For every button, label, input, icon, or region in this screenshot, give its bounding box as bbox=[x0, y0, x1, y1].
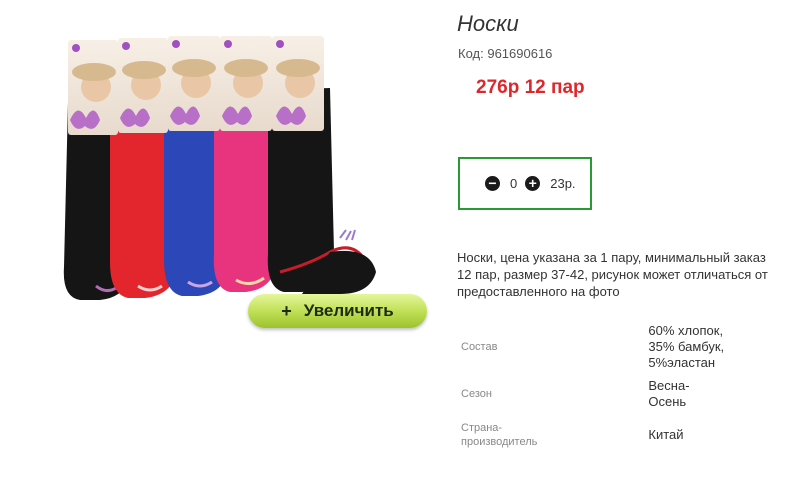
spec-row-composition: Состав 60% хлопок, 35% бамбук, 5%эластан bbox=[457, 321, 757, 373]
spec-label: Сезон bbox=[461, 388, 492, 400]
spec-value: Китай bbox=[648, 427, 684, 442]
quantity-stepper: − 0 + 23р. bbox=[458, 157, 592, 210]
plus-circle-icon[interactable]: + bbox=[525, 176, 541, 191]
specs-table: Состав 60% хлопок, 35% бамбук, 5%эластан… bbox=[457, 321, 757, 449]
product-description: Носки, цена указана за 1 пару, минимальн… bbox=[457, 250, 768, 299]
product-code: Код: 961690616 bbox=[458, 46, 552, 61]
spec-value: Весна-Осень bbox=[648, 373, 757, 415]
plus-icon: + bbox=[281, 300, 292, 321]
product-price: 276р 12 пар bbox=[476, 77, 585, 98]
spec-row-country: Страна-производитель Китай bbox=[457, 415, 757, 449]
spec-value-text: Весна-Осень bbox=[648, 378, 690, 409]
product-code-label: Код: bbox=[458, 46, 484, 61]
quantity-value[interactable]: 0 bbox=[510, 176, 517, 191]
zoom-button-label: Увеличить bbox=[303, 301, 394, 320]
zoom-button[interactable]: + Увеличить bbox=[248, 294, 427, 328]
spec-value: 60% хлопок, 35% бамбук, 5%эластан bbox=[648, 321, 757, 373]
minus-circle-icon[interactable]: − bbox=[485, 176, 500, 191]
product-code-value: 961690616 bbox=[487, 46, 553, 61]
spec-label: Состав bbox=[461, 341, 498, 353]
spec-value-text: 60% хлопок, 35% бамбук, 5%эластан bbox=[648, 323, 725, 370]
socks-photo bbox=[63, 36, 376, 300]
spec-row-season: Сезон Весна-Осень bbox=[457, 373, 757, 415]
spec-label: Страна-производитель bbox=[457, 415, 648, 449]
unit-price: 23р. bbox=[550, 176, 576, 191]
spec-label-text: Страна-производитель bbox=[461, 422, 538, 448]
sock-labels bbox=[68, 36, 324, 135]
product-title: Носки bbox=[457, 11, 519, 36]
product-image[interactable] bbox=[40, 32, 400, 317]
